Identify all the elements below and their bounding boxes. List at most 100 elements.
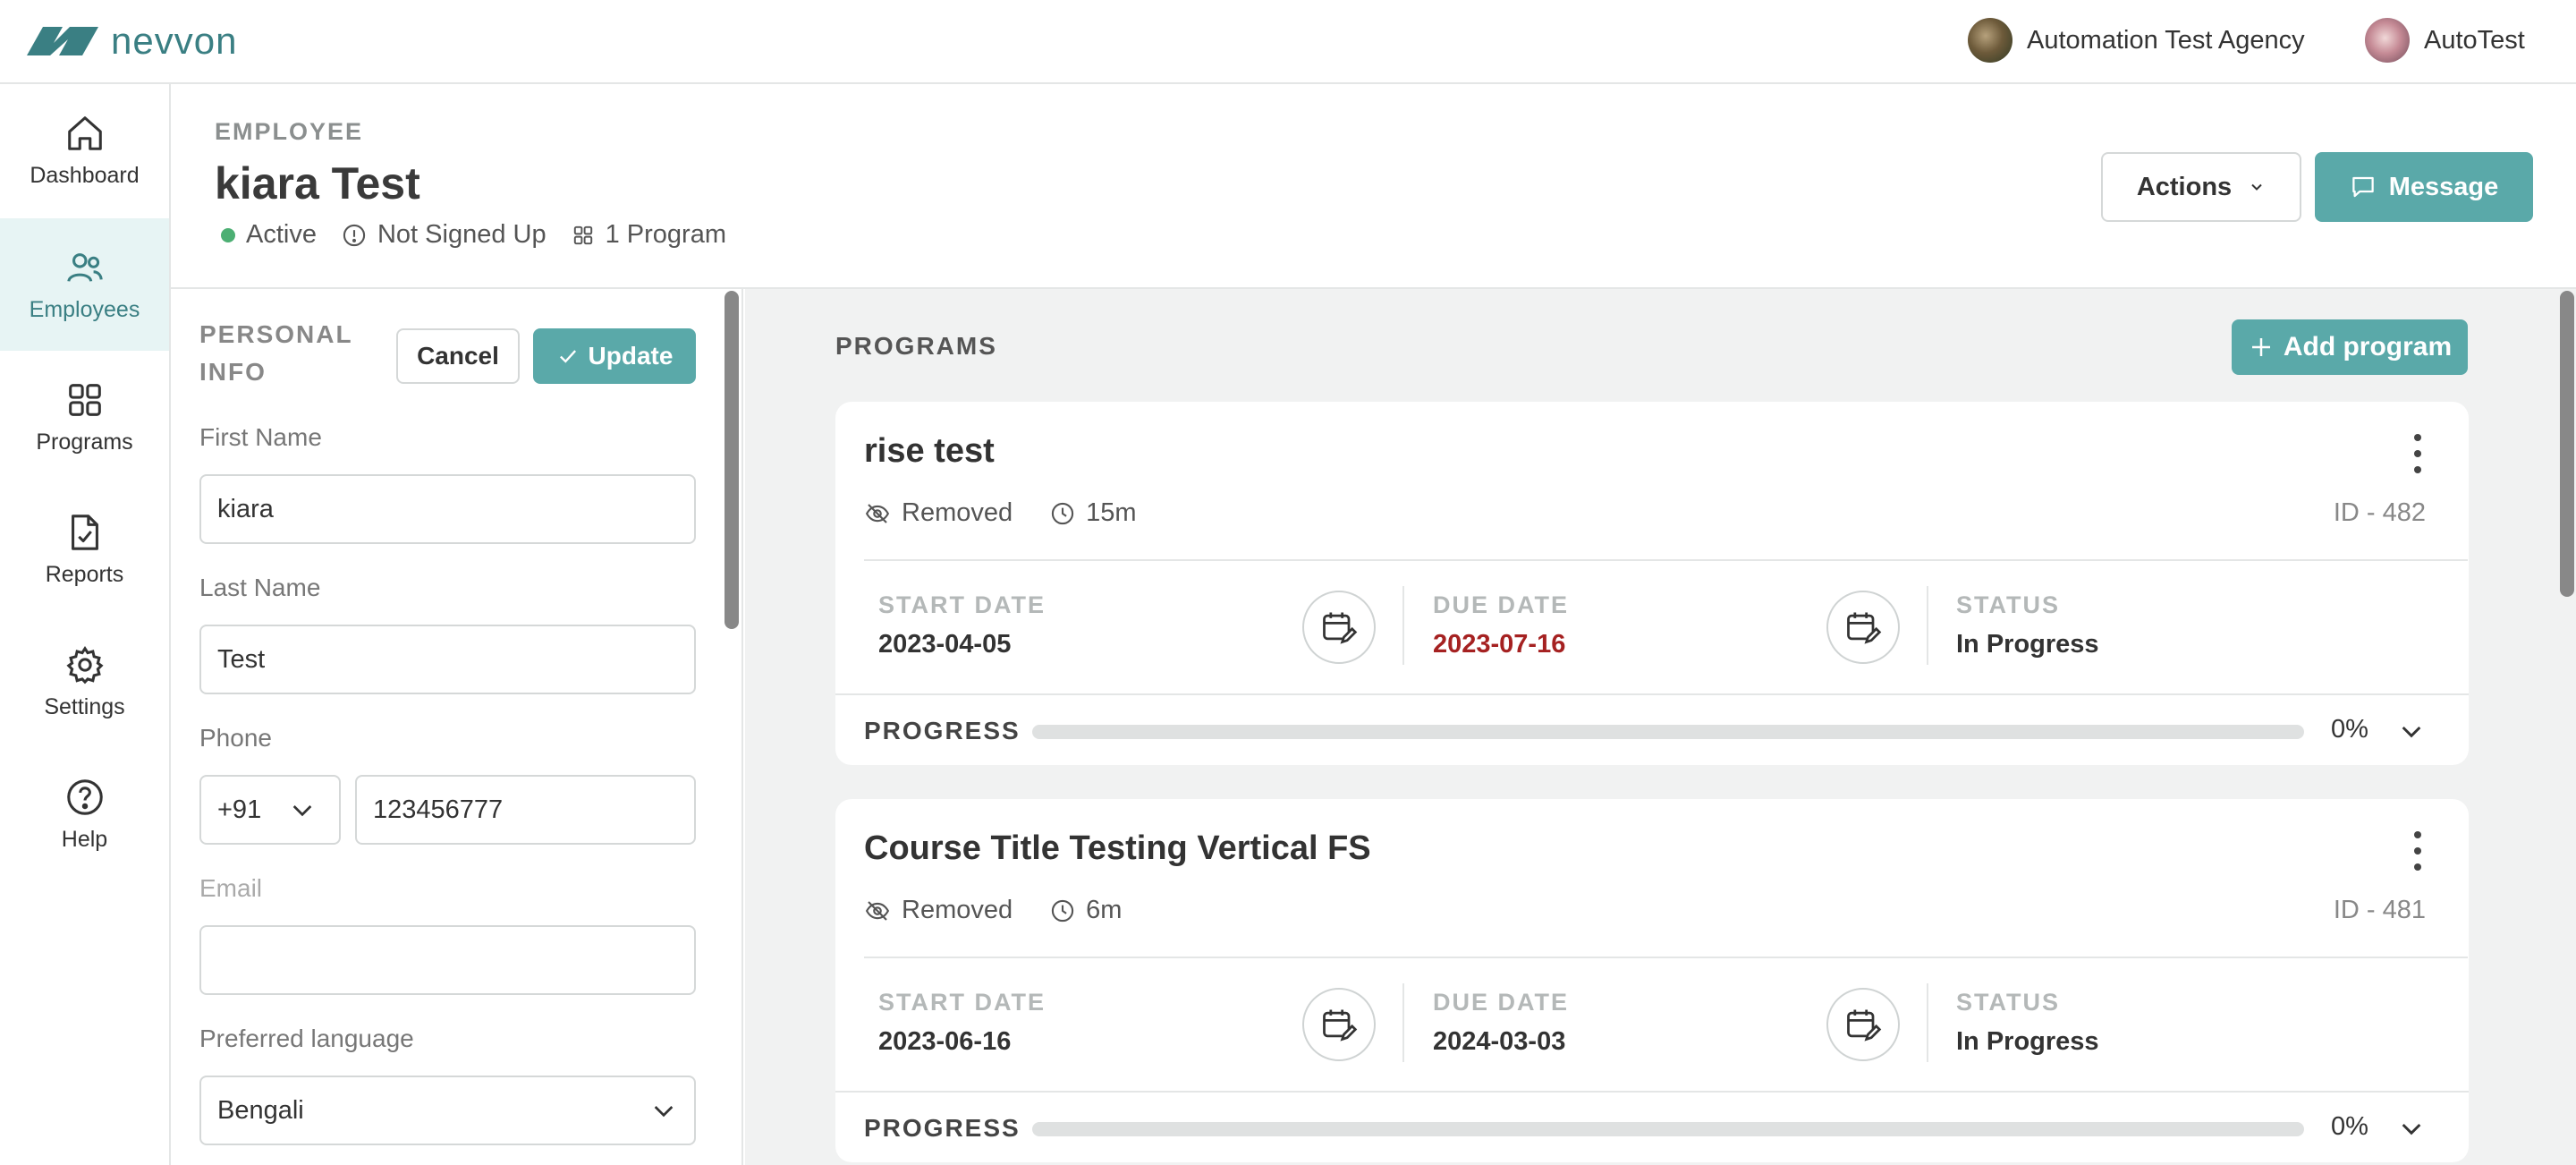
programs-section: PROGRAMS Add program rise test Removed 1… (745, 289, 2576, 1165)
status: STATUS In Progress (1956, 989, 2099, 1057)
program-title: rise test (864, 432, 995, 470)
calendar-edit-icon (1847, 1009, 1882, 1042)
grid-icon (573, 225, 592, 244)
chat-bubble-icon (2351, 176, 2374, 198)
employee-meta: Active Not Signed Up 1 Program (221, 220, 726, 250)
sidebar-item-reports[interactable]: Reports (0, 483, 169, 616)
first-name-field[interactable]: kiara (199, 474, 696, 544)
agency-avatar (1968, 18, 2012, 63)
update-label: Update (588, 342, 674, 370)
more-options-icon[interactable] (2407, 434, 2428, 473)
start-date-value: 2023-06-16 (878, 1027, 1012, 1056)
language-select[interactable]: Bengali (199, 1076, 696, 1145)
cancel-button[interactable]: Cancel (396, 328, 520, 384)
plus-icon (2251, 338, 2270, 356)
program-id: ID - 481 (2333, 896, 2426, 924)
start-date: START DATE 2023-06-16 (878, 989, 1046, 1057)
user-menu[interactable]: AutoTest (2365, 18, 2525, 63)
edit-start-date-button[interactable] (1302, 591, 1376, 664)
more-options-icon[interactable] (2407, 831, 2428, 871)
due-date-value: 2023-07-16 (1433, 630, 1566, 659)
due-date-label: DUE DATE (1433, 989, 1570, 1016)
add-program-label: Add program (2283, 332, 2453, 361)
status-label: STATUS (1956, 591, 2060, 618)
sidebar-item-label: Programs (36, 429, 133, 455)
update-button[interactable]: Update (533, 328, 696, 384)
edit-due-date-button[interactable] (1826, 988, 1900, 1061)
user-name: AutoTest (2424, 25, 2525, 55)
signup-text: Not Signed Up (377, 220, 547, 249)
home-icon (67, 115, 102, 150)
email-field[interactable] (199, 925, 696, 995)
sidebar-item-label: Dashboard (30, 162, 140, 188)
panel-scrollbar[interactable] (724, 291, 739, 629)
programs-scrollbar[interactable] (2560, 291, 2574, 597)
progress-bar (1032, 725, 2304, 739)
add-program-button[interactable]: Add program (2232, 319, 2468, 375)
progress-label: PROGRESS (864, 717, 1021, 744)
eye-off-icon (865, 900, 890, 921)
eye-off-icon (865, 503, 890, 523)
programs-title: PROGRAMS (835, 332, 997, 360)
sidebar-item-dashboard[interactable]: Dashboard (0, 84, 169, 217)
calendar-edit-icon (1323, 1009, 1358, 1042)
edit-start-date-button[interactable] (1302, 988, 1376, 1061)
divider (835, 693, 2469, 695)
email-label: Email (199, 874, 263, 902)
sidebar-item-help[interactable]: Help (0, 748, 169, 880)
gear-icon (65, 645, 104, 684)
due-date-label: DUE DATE (1433, 591, 1570, 618)
start-date-label: START DATE (878, 591, 1046, 618)
status-badge: Active (221, 220, 317, 250)
chevron-down-icon (2251, 183, 2262, 191)
message-button[interactable]: Message (2315, 152, 2533, 222)
start-date-value: 2023-04-05 (878, 630, 1012, 659)
grid-icon (68, 383, 101, 416)
chevron-down-icon (654, 1106, 674, 1118)
report-icon (71, 514, 98, 550)
divider (835, 1091, 2469, 1093)
language-value: Bengali (217, 1095, 304, 1125)
status-text: Active (246, 220, 317, 249)
sidebar-item-employees[interactable]: Employees (0, 218, 169, 351)
programs-count-badge: 1 Program (572, 220, 726, 250)
progress-bar (1032, 1122, 2304, 1136)
chevron-down-icon[interactable] (2397, 717, 2426, 745)
brand-logo[interactable]: nevvon (27, 20, 237, 63)
calendar-edit-icon (1847, 612, 1882, 644)
status-label: STATUS (1956, 989, 2060, 1016)
sidebar-item-programs[interactable]: Programs (0, 351, 169, 483)
program-meta: Removed 15m (864, 498, 1137, 528)
sidebar-item-label: Help (61, 826, 108, 852)
phone-field[interactable]: 123456777 (355, 775, 696, 845)
divider (864, 559, 2468, 561)
actions-button[interactable]: Actions (2101, 152, 2301, 222)
edit-due-date-button[interactable] (1826, 591, 1900, 664)
clock-icon (1051, 502, 1074, 524)
users-icon (66, 252, 103, 282)
start-date-label: START DATE (878, 989, 1046, 1016)
program-card: rise test Removed 15m ID - 482 START DAT… (835, 402, 2469, 765)
message-label: Message (2388, 172, 2499, 201)
last-name-field[interactable]: Test (199, 625, 696, 694)
program-title: Course Title Testing Vertical FS (864, 829, 1371, 867)
sidebar: Dashboard Employees Programs Reports Set… (0, 84, 171, 1165)
chevron-down-icon[interactable] (2397, 1114, 2426, 1143)
active-dot-icon (221, 227, 235, 242)
agency-switcher[interactable]: Automation Test Agency (1968, 18, 2305, 63)
page-kicker: EMPLOYEE (215, 118, 364, 145)
calendar-edit-icon (1323, 612, 1358, 644)
phone-value: 123456777 (373, 795, 504, 824)
programs-count-text: 1 Program (605, 220, 726, 249)
top-bar: nevvon Automation Test Agency AutoTest (0, 0, 2576, 84)
page-title: kiara Test (215, 158, 420, 208)
progress-percent: 0% (2331, 715, 2368, 744)
agency-name: Automation Test Agency (2027, 25, 2305, 55)
divider (864, 957, 2468, 958)
status-value: In Progress (1956, 630, 2099, 659)
clock-icon (1051, 899, 1074, 922)
country-code-select[interactable]: +91 (199, 775, 341, 845)
user-avatar (2365, 18, 2410, 63)
sidebar-item-settings[interactable]: Settings (0, 616, 169, 748)
visibility-text: Removed (902, 896, 1013, 924)
